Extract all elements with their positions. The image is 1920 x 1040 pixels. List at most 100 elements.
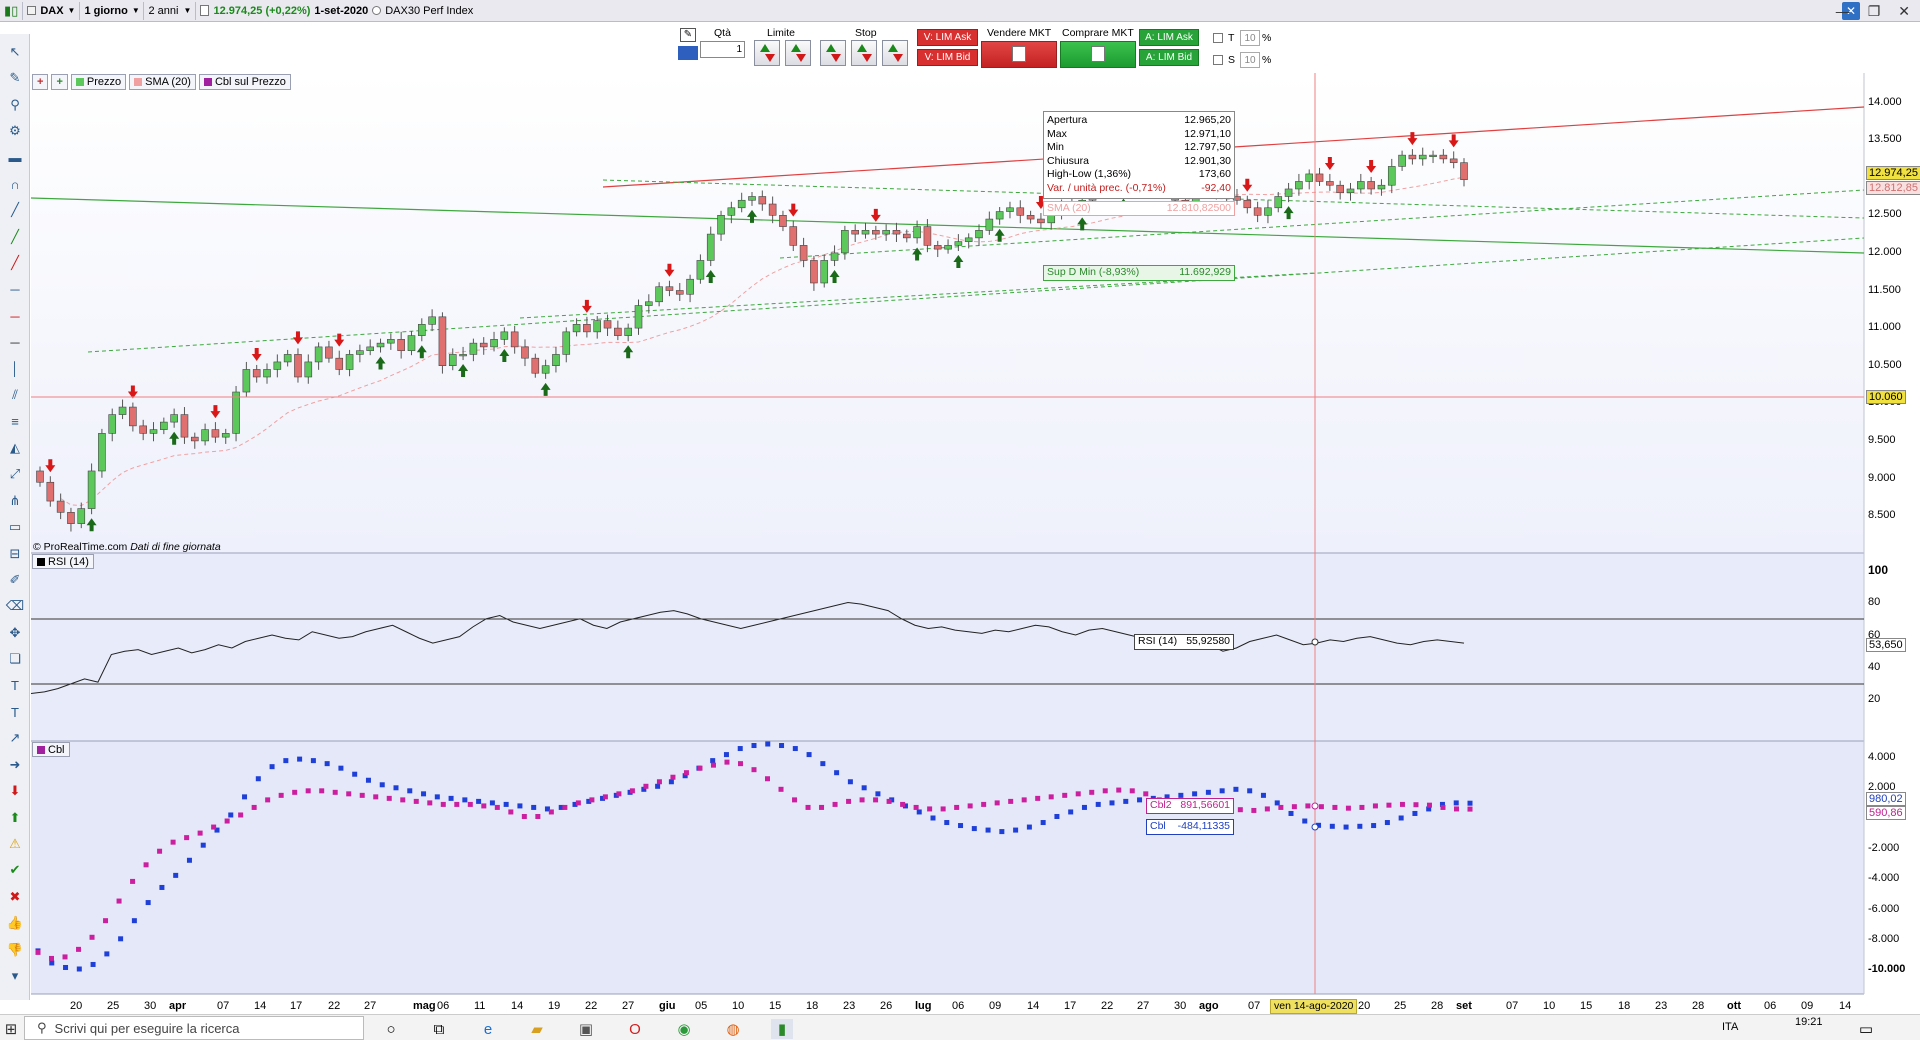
cbl2-dot [1102,788,1108,794]
firefox-icon[interactable]: ◍ [722,1019,744,1039]
cbl2-dot [116,898,122,904]
legend-sma[interactable]: SMA (20) [129,74,196,90]
bear-candle [851,230,859,235]
date-tick-label: 25 [1394,1000,1407,1012]
taskbar-search[interactable]: ⚲ Scrivi qui per eseguire la ricerca [24,1016,364,1040]
date-tick-label: 14 [1839,1000,1852,1012]
legend-price[interactable]: Prezzo [70,74,127,90]
bull-candle [954,241,963,246]
bull-candle [201,429,209,442]
rsi-tick-label: 40 [1868,661,1881,673]
rsi-tick-label: 80 [1868,596,1881,608]
cbl2-dot [1143,791,1149,797]
legend-cbl-price[interactable]: Cbl sul Prezzo [198,74,291,90]
bull-candle [469,342,478,355]
cbl2-dot [62,954,68,960]
notifications-icon[interactable]: ▭ [1855,1019,1877,1039]
bear-candle [531,357,540,374]
bull-candle [737,199,746,209]
cortana-icon[interactable]: ○ [380,1019,402,1039]
chart-area[interactable] [0,0,1920,1040]
add-indicator-icon: + [37,76,44,88]
cbl2-dot [130,878,136,884]
date-tick-label: 14 [1027,1000,1040,1012]
cbl2-dot [751,767,757,773]
bear-candle [933,245,942,250]
cbl-dot [393,785,399,791]
bull-candle [1284,188,1293,197]
add-overlay-icon: + [56,76,63,88]
date-tick-label: 28 [1692,1000,1705,1012]
cbl2-dot [143,862,149,868]
bull-candle [913,226,921,239]
cbl-dot [1357,823,1363,829]
tooltip-value: 12.797,50 [1184,141,1231,154]
cbl2-dot [656,779,662,785]
bull-candle [1398,154,1406,167]
cbl-dot [76,966,82,972]
chrome-icon[interactable]: ◉ [673,1019,695,1039]
cbl2-dot [251,804,257,810]
rsi-legend[interactable]: RSI (14) [32,554,94,569]
date-tick-label: 10 [1543,1000,1556,1012]
legend-add-button-2[interactable]: + [51,74,68,90]
tooltip-value: 12.965,20 [1184,114,1231,126]
cbl2-dot [1048,794,1054,800]
cbl2-dot [1386,802,1392,808]
bear-candle [768,203,777,216]
cbl-dot [1040,820,1046,826]
sma-tooltip: SMA (20) 12.810,82500 [1043,201,1235,216]
sma-tooltip-label: SMA (20) [1047,202,1091,214]
date-tick-label: 05 [695,1000,708,1012]
support-tooltip-value: 11.692,929 [1179,266,1231,278]
cbl-dot [104,951,110,957]
cbl-dot [1247,788,1253,794]
cbl-dot [1137,797,1143,803]
bull-candle [376,342,385,348]
cbl-swatch-icon [203,78,212,86]
opera-icon[interactable]: O [624,1019,646,1039]
store-icon[interactable]: ▣ [575,1019,597,1039]
cbl2-dot [211,824,217,830]
bear-candle [510,331,519,348]
date-tick-label: 10 [732,1000,745,1012]
cbl2-dot [1332,804,1338,810]
cbl2-dot [562,804,568,810]
bull-candle [428,316,436,325]
cbl2-dot [1426,802,1432,808]
cbl-dot [1343,824,1349,830]
cbl-dot [310,758,316,764]
support-tooltip: Sup D Min (-8,93%) 11.692,929 [1043,265,1235,281]
edge-icon[interactable]: e [477,1019,499,1039]
cbl-dot [710,758,716,764]
task-view-icon[interactable]: ⧉ [428,1019,450,1039]
bull-candle [304,361,313,378]
bull-candle [830,252,839,261]
bear-candle [902,233,911,239]
date-tick-label: 28 [1431,1000,1444,1012]
bull-candle [748,196,756,201]
legend-price-label: Prezzo [86,76,122,88]
file-explorer-icon[interactable]: ▰ [526,1019,548,1039]
cbl2-dot [737,761,743,767]
cbl2-dot [413,798,419,804]
bull-candle [552,354,560,367]
cbl-dot [875,791,881,797]
bear-candle [810,260,818,284]
legend-add-button[interactable]: + [32,74,49,90]
bear-candle [67,512,75,524]
cbl2-dot [319,788,325,794]
prorealtime-taskbar-icon[interactable]: ▮ [771,1019,793,1039]
cbl-dot [751,743,757,749]
cbl2-dot [157,848,163,854]
bear-candle [252,369,261,378]
windows-start-icon[interactable]: ⊞ [0,1019,22,1039]
cbl-dot [668,779,674,785]
cbl2-dot [454,801,460,807]
cbl-panel-bg [31,741,1864,994]
cbl-legend[interactable]: Cbl [32,742,70,757]
date-tick-label: 18 [1618,1000,1631,1012]
bear-candle [923,226,932,246]
cbl2-dot [859,797,865,803]
taskbar-language: ITA [1722,1021,1739,1033]
